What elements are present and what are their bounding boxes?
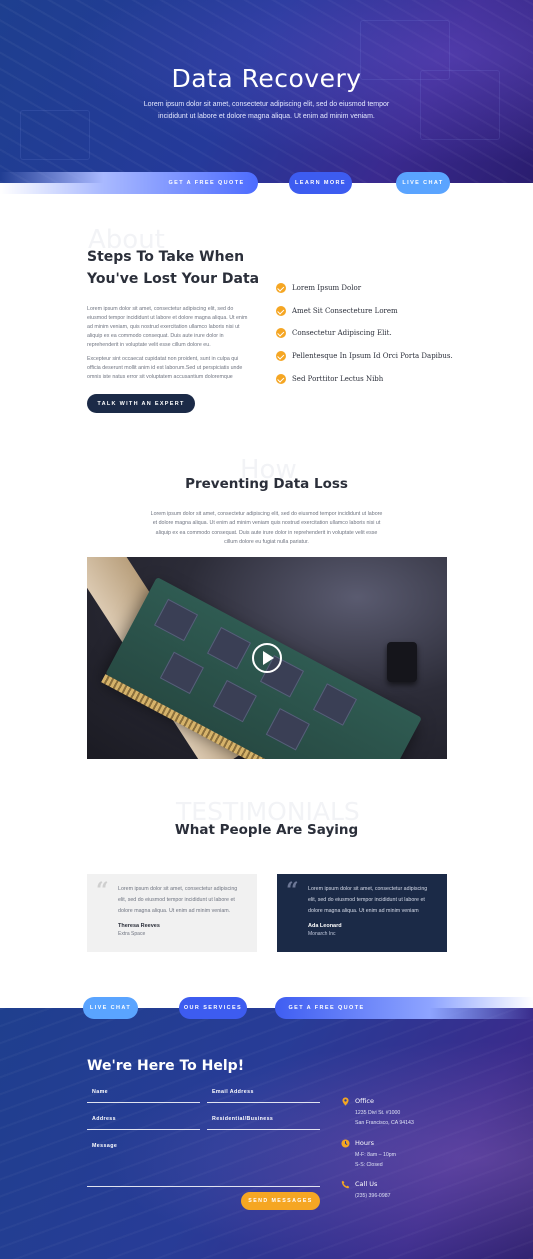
contact-title: We're Here To Help! (87, 1058, 245, 1074)
about-paragraph: Lorem ipsum dolor sit amet, consectetur … (87, 306, 248, 348)
hours-heading: Hours (355, 1139, 375, 1147)
get-quote-button[interactable]: GET A FREE QUOTE (275, 997, 378, 1019)
contact-section (0, 1008, 533, 1259)
email-label: Email Address (212, 1089, 254, 1095)
testimonial-card: “ Lorem ipsum dolor sit amet, consectetu… (87, 874, 257, 952)
send-messages-button[interactable]: SEND MESSAGES (241, 1192, 320, 1210)
testimonials-title: What People Are Saying (174, 822, 359, 838)
check-circle-icon (276, 351, 286, 362)
checklist-item: Lorem Ipsum Dolor (276, 277, 476, 300)
call-heading: Call Us (355, 1180, 378, 1188)
memory-chip (312, 683, 358, 726)
checklist-label: Sed Porttitor Lectus Nibh (292, 374, 384, 383)
checklist-item: Sed Porttitor Lectus Nibh (276, 367, 476, 390)
memory-chip (212, 679, 257, 723)
quote-icon: “ (96, 878, 109, 904)
hero-subtitle: Lorem ipsum dolor sit amet, consectetur … (143, 101, 390, 120)
testimonial-author: Ada Leonard (308, 923, 342, 929)
office-address: 1235 Divi St. #1000 San Francisco, CA 94… (355, 1110, 414, 1126)
name-label: Name (92, 1089, 109, 1095)
testimonial-card: “ Lorem ipsum dolor sit amet, consectetu… (277, 874, 447, 952)
map-pin-icon (342, 1097, 349, 1106)
address-field[interactable]: Address (87, 1114, 200, 1130)
checklist-item: Consectetur Adipiscing Elit. (276, 322, 476, 345)
phone-icon (341, 1180, 350, 1189)
video-player[interactable] (87, 557, 447, 759)
play-icon[interactable] (252, 643, 282, 673)
testimonial-company: Extra Space (118, 931, 146, 937)
checklist-label: Consectetur Adipiscing Elit. (292, 329, 392, 338)
residential-business-field[interactable]: Residential/Business (207, 1114, 320, 1130)
testimonial-company: Monarch Inc (308, 931, 336, 937)
our-services-button[interactable]: OUR SERVICES (179, 997, 247, 1019)
testimonial-text: Lorem ipsum dolor sit amet, consectetur … (308, 886, 428, 914)
connector-part-image (387, 642, 417, 682)
memory-chip (159, 651, 204, 695)
checklist-label: Pellentesque In Ipsum Id Orci Porta Dapi… (292, 352, 453, 361)
learn-more-button[interactable]: LEARN MORE (289, 172, 352, 194)
about-paragraph: Excepteur sint occaecat cupidatat non pr… (87, 356, 243, 380)
live-chat-button[interactable]: LIVE CHAT (83, 997, 138, 1019)
checklist-item: Pellentesque In Ipsum Id Orci Porta Dapi… (276, 345, 476, 368)
checklist-label: Lorem Ipsum Dolor (292, 284, 362, 293)
check-circle-icon (276, 373, 286, 384)
checklist-item: Amet Sit Consecteture Lorem (276, 300, 476, 323)
hero-title: Data Recovery (171, 64, 362, 93)
talk-with-expert-button[interactable]: TALK WITH AN EXPERT (87, 394, 195, 413)
email-field[interactable]: Email Address (207, 1087, 320, 1103)
memory-chip (206, 626, 252, 670)
checklist-label: Amet Sit Consecteture Lorem (292, 306, 398, 315)
circuit-decoration (20, 110, 90, 160)
memory-chip (154, 598, 199, 642)
phone-number[interactable]: (235) 396-0987 (355, 1192, 390, 1202)
hours-text: M-F: 8am – 10pm S-S: Closed (355, 1152, 396, 1168)
office-heading: Office (355, 1097, 374, 1105)
testimonial-author: Theresa Reeves (118, 923, 160, 929)
clock-icon (341, 1139, 350, 1148)
about-text: Lorem ipsum dolor sit amet, consectetur … (87, 305, 253, 382)
about-title: Steps To Take When You've Lost Your Data (87, 249, 260, 287)
address-label: Address (92, 1116, 116, 1122)
check-circle-icon (276, 305, 286, 316)
memory-chip (265, 708, 310, 751)
quote-icon: “ (286, 878, 299, 904)
hero-section: Data Recovery Lorem ipsum dolor sit amet… (0, 0, 533, 183)
get-quote-button[interactable]: GET A FREE QUOTE (155, 172, 258, 194)
testimonial-text: Lorem ipsum dolor sit amet, consectetur … (118, 886, 238, 914)
check-circle-icon (276, 283, 286, 294)
message-label: Message (92, 1143, 118, 1149)
name-field[interactable]: Name (87, 1087, 200, 1103)
live-chat-button[interactable]: LIVE CHAT (396, 172, 450, 194)
feature-checklist: Lorem Ipsum Dolor Amet Sit Consecteture … (276, 277, 476, 390)
check-circle-icon (276, 328, 286, 339)
message-field[interactable]: Message (87, 1141, 320, 1187)
prevention-title: Preventing Data Loss (185, 476, 348, 492)
prevention-text: Lorem ipsum dolor sit amet, consectetur … (150, 511, 383, 546)
residential-business-label: Residential/Business (212, 1116, 274, 1122)
